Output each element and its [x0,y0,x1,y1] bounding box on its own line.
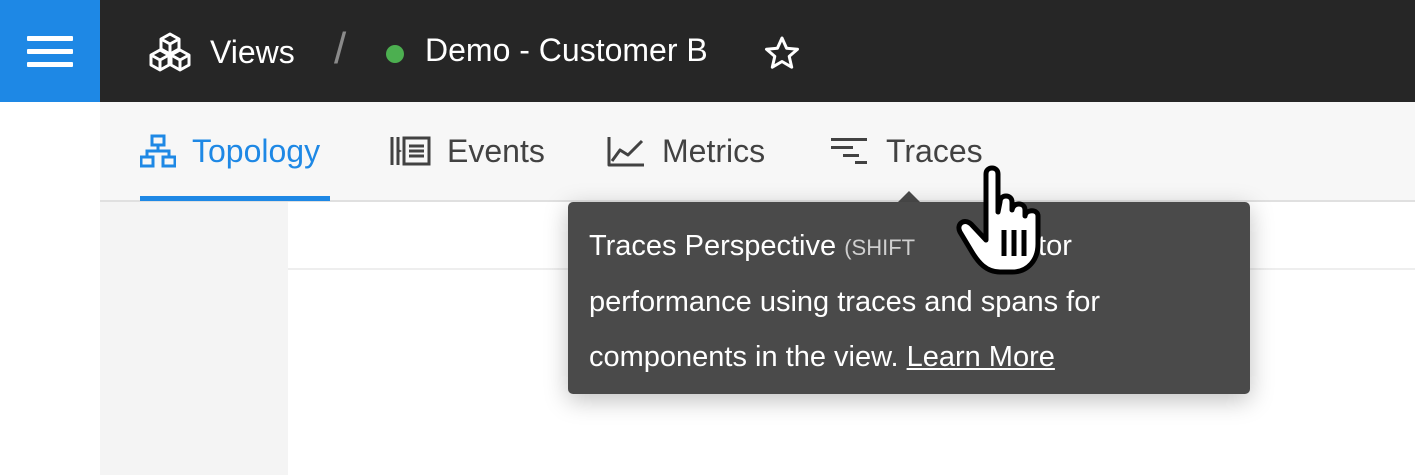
tab-label: Topology [192,132,321,169]
hamburger-line [27,62,73,67]
tooltip-line-3: components in the view. Learn More [589,330,1249,385]
tab-topology[interactable]: Topology [140,102,320,200]
hand-pointer-cursor-icon [956,165,1041,275]
hamburger-line [27,36,73,41]
tab-metrics[interactable]: Metrics [606,102,765,200]
active-tab-indicator [140,196,330,201]
metrics-chart-icon [607,137,644,167]
hamburger-line [27,49,73,54]
tooltip-body-end: components in the view. [589,341,899,373]
tab-events[interactable]: Events [389,102,545,200]
tab-label: Events [447,132,545,169]
top-bar: Views / Demo - Customer B [0,0,1415,102]
views-label: Views [210,33,295,70]
traces-tooltip: Traces Perspective (SHIFT Monitor perfor… [568,202,1250,394]
topology-icon [140,134,176,168]
star-outline-icon[interactable] [763,35,801,71]
tooltip-line-1: Traces Perspective (SHIFT Monitor [589,219,1249,275]
tooltip-line-2: performance using traces and spans for [589,286,1100,318]
tab-label: Metrics [662,132,766,169]
breadcrumb-separator: / [334,24,347,73]
view-title: Demo - Customer B [425,32,708,68]
content-side-panel [100,202,288,475]
events-icon [390,136,431,166]
cubes-icon [149,32,191,72]
perspective-tab-bar: Topology Events Metrics Traces [100,102,1415,202]
traces-icon [831,138,867,164]
views-link[interactable]: Views [148,30,295,74]
tooltip-shortcut: (SHIFT [844,235,916,260]
main-menu-button[interactable] [0,0,100,102]
tooltip-arrow [898,191,920,202]
learn-more-link[interactable]: Learn More [907,341,1055,373]
view-status-indicator [386,45,404,63]
left-gutter [0,102,100,475]
tooltip-title: Traces Perspective [589,230,837,262]
tooltip-text: Traces Perspective (SHIFT Monitor perfor… [589,202,1249,385]
